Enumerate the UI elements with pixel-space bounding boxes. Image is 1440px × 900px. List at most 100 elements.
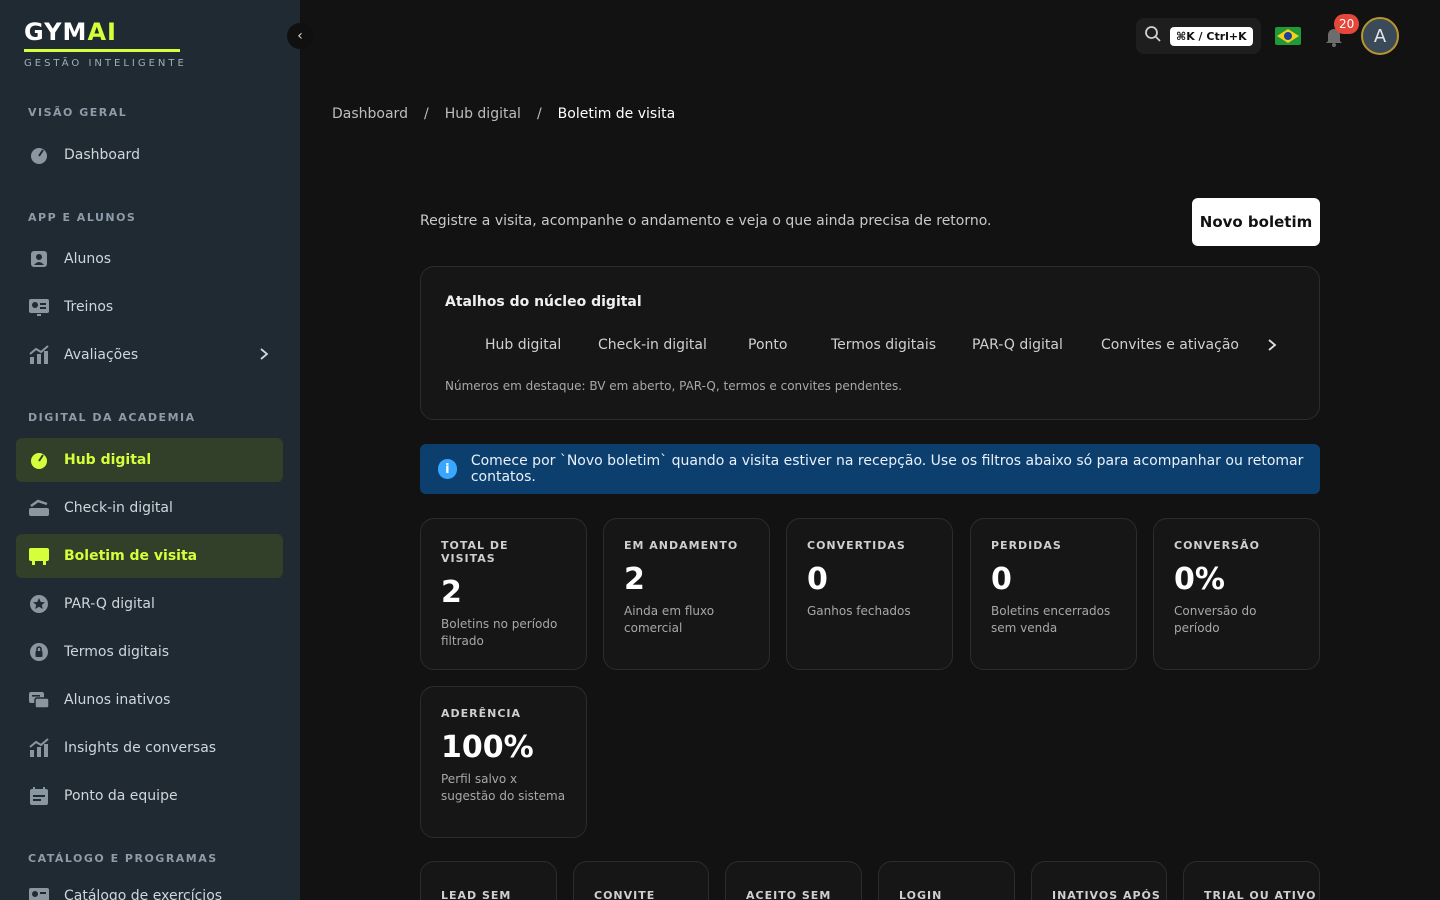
calendar-icon	[28, 785, 50, 807]
sidebar-item-alunos[interactable]: Alunos	[16, 237, 283, 281]
dashboard-icon	[28, 144, 50, 166]
shortcuts-title: Atalhos do núcleo digital	[445, 294, 642, 310]
brazil-flag-icon	[1275, 27, 1301, 45]
info-banner: i Comece por `Novo boletim` quando a vis…	[420, 444, 1320, 494]
checkin-icon	[28, 497, 50, 519]
sidebar-item-ponto-da-equipe[interactable]: Ponto da equipe	[16, 774, 283, 818]
hub-icon	[28, 449, 50, 471]
shortcut-hub-digital[interactable]: Hub digital	[485, 337, 561, 353]
chevron-left-icon: ‹	[297, 28, 303, 44]
stat-card-convertidas: CONVERTIDAS 0 Ganhos fechados	[786, 518, 953, 670]
sidebar-item-insights-de-conversas[interactable]: Insights de conversas	[16, 726, 283, 770]
page-intro: Registre a visita, acompanhe o andamento…	[420, 213, 992, 229]
catalog-icon	[28, 885, 50, 900]
language-selector[interactable]	[1275, 27, 1301, 45]
stat-label: EM ANDAMENTO	[624, 539, 739, 552]
new-report-button[interactable]: Novo boletim	[1192, 198, 1320, 246]
chat-icon	[28, 689, 50, 711]
sidebar-item-alunos-inativos[interactable]: Alunos inativos	[16, 678, 283, 722]
section-label-overview: VISÃO GERAL	[28, 106, 128, 119]
sidebar-item-label: Treinos	[64, 299, 114, 315]
chevron-right-icon	[1268, 339, 1277, 351]
report-icon	[28, 545, 50, 567]
shortcut-convites-ativacao[interactable]: Convites e ativação	[1101, 337, 1239, 353]
stat-label: CONVERSÃO	[1174, 539, 1260, 552]
stat-desc: Perfil salvo x sugestão do sistema	[441, 772, 566, 803]
mini-card-aceito[interactable]: ACEITO SEM	[725, 861, 862, 900]
mini-card-trial[interactable]: TRIAL OU ATIVO	[1183, 861, 1320, 900]
stat-value: 0	[807, 562, 828, 597]
star-icon	[28, 593, 50, 615]
sidebar-item-label: Ponto da equipe	[64, 788, 178, 804]
breadcrumb-hub-digital[interactable]: Hub digital	[445, 106, 521, 122]
stat-card-total: TOTAL DE VISITAS 2 Boletins no período f…	[420, 518, 587, 670]
section-label-app: APP E ALUNOS	[28, 211, 137, 224]
mini-card-login[interactable]: LOGIN	[878, 861, 1015, 900]
sidebar-item-termos-digitais[interactable]: Termos digitais	[16, 630, 283, 674]
search-icon	[1144, 25, 1162, 47]
stat-card-perdidas: PERDIDAS 0 Boletins encerrados sem venda	[970, 518, 1137, 670]
stat-value: 100%	[441, 730, 534, 765]
brand-logo[interactable]: GYMAI GESTÃO INTELIGENTE	[24, 18, 187, 69]
shortcut-ponto[interactable]: Ponto	[748, 337, 787, 353]
brand-name: GYMAI	[24, 18, 117, 46]
shortcuts-note: Números em destaque: BV em aberto, PAR-Q…	[445, 379, 903, 393]
sidebar-item-treinos[interactable]: Treinos	[16, 285, 283, 329]
stat-desc: Ganhos fechados	[807, 604, 911, 618]
sidebar-item-label: Alunos inativos	[64, 692, 171, 708]
mini-card-inativos[interactable]: INATIVOS APÓS	[1031, 861, 1167, 900]
sidebar-item-label: Dashboard	[64, 147, 140, 163]
brand-tagline: GESTÃO INTELIGENTE	[24, 58, 187, 69]
user-icon	[28, 248, 50, 270]
section-label-catalog: CATÁLOGO E PROGRAMAS	[28, 852, 218, 865]
shortcut-parq-digital[interactable]: PAR-Q digital	[972, 337, 1063, 353]
sidebar-item-dashboard[interactable]: Dashboard	[16, 133, 283, 177]
breadcrumb-current: Boletim de visita	[557, 106, 676, 122]
sidebar-item-label: Insights de conversas	[64, 740, 217, 756]
sidebar-item-parq-digital[interactable]: PAR-Q digital	[16, 582, 283, 626]
info-text: Comece por `Novo boletim` quando a visit…	[470, 453, 1304, 485]
sidebar-item-avaliacoes[interactable]: Avaliações	[16, 333, 283, 377]
brand-underline	[24, 49, 180, 52]
chevron-right-icon	[257, 346, 271, 366]
stat-label: PERDIDAS	[991, 539, 1062, 552]
stat-desc: Boletins no período filtrado	[441, 617, 558, 648]
sidebar: GYMAI GESTÃO INTELIGENTE VISÃO GERAL Das…	[0, 0, 300, 900]
breadcrumb: Dashboard / Hub digital / Boletim de vis…	[332, 106, 675, 122]
mini-card-lead[interactable]: LEAD SEM	[420, 861, 557, 900]
stat-card-conversao: CONVERSÃO 0% Conversão do período	[1153, 518, 1320, 670]
sidebar-item-label: PAR-Q digital	[64, 596, 155, 612]
shortcuts-next-button[interactable]	[1265, 337, 1279, 357]
section-label-digital: DIGITAL DA ACADEMIA	[28, 411, 196, 424]
stat-label: CONVERTIDAS	[807, 539, 906, 552]
shortcut-termos-digitais[interactable]: Termos digitais	[831, 337, 936, 353]
sidebar-item-label: Hub digital	[64, 452, 152, 468]
search-button[interactable]: ⌘K / Ctrl+K	[1136, 18, 1261, 54]
sidebar-item-label: Avaliações	[64, 347, 139, 363]
stat-value: 2	[624, 562, 645, 597]
sidebar-item-boletim-de-visita[interactable]: Boletim de visita	[16, 534, 283, 578]
workout-icon	[28, 296, 50, 318]
breadcrumb-dashboard[interactable]: Dashboard	[332, 106, 408, 122]
sidebar-item-label: Alunos	[64, 251, 112, 267]
sidebar-item-checkin-digital[interactable]: Check-in digital	[16, 486, 283, 530]
collapse-sidebar-button[interactable]: ‹	[287, 23, 313, 49]
stat-value: 0	[991, 562, 1012, 597]
chart-icon	[28, 737, 50, 759]
shortcuts-card: Atalhos do núcleo digital Hub digital Ch…	[420, 266, 1320, 420]
breadcrumb-separator: /	[536, 106, 542, 122]
stat-desc: Boletins encerrados sem venda	[991, 604, 1111, 635]
user-avatar[interactable]: A	[1361, 17, 1399, 55]
info-icon: i	[438, 459, 457, 479]
sidebar-item-catalogo-de-exercicios[interactable]: Catálogo de exercícios	[16, 874, 283, 900]
sidebar-item-label: Boletim de visita	[64, 548, 198, 564]
breadcrumb-separator: /	[423, 106, 429, 122]
mini-card-convite[interactable]: CONVITE	[573, 861, 709, 900]
stat-label: TOTAL DE VISITAS	[441, 539, 509, 565]
stat-value: 0%	[1174, 562, 1225, 597]
notification-count-badge: 20	[1334, 14, 1360, 34]
stat-card-andamento: EM ANDAMENTO 2 Ainda em fluxo comercial	[603, 518, 770, 670]
shortcut-checkin-digital[interactable]: Check-in digital	[598, 337, 707, 353]
stat-desc: Conversão do período	[1174, 604, 1257, 635]
sidebar-item-hub-digital[interactable]: Hub digital	[16, 438, 283, 482]
